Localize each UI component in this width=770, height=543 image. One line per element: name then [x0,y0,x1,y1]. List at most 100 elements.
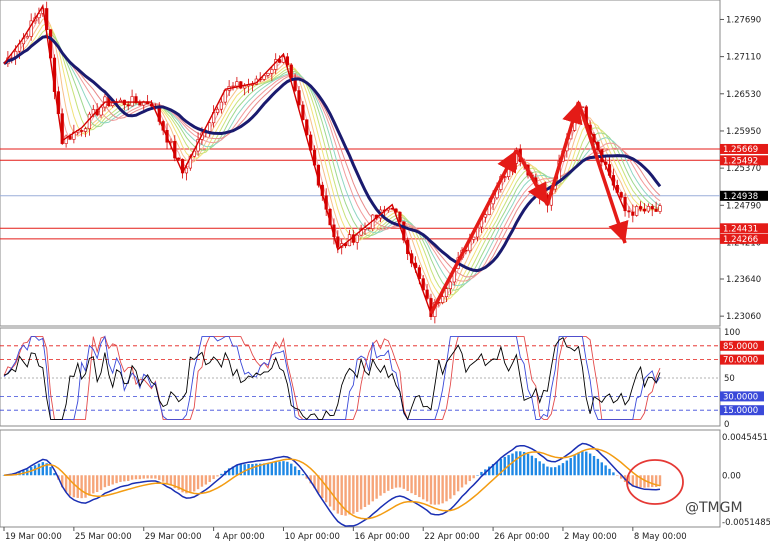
macd-histogram-bar [616,475,619,476]
candle-body [235,81,239,87]
price-tick-label: 1.23060 [726,312,761,322]
x-tick-label: 16 Apr 00:00 [354,532,409,542]
macd-histogram-bar [37,463,41,476]
macd-histogram-bar [433,475,437,505]
candle-body [219,101,223,110]
macd-histogram-bar [651,475,654,488]
macd-histogram-bar [577,452,580,476]
macd-histogram-bar [251,464,254,476]
macd-histogram-bar [200,475,204,487]
macd-histogram-bar [348,475,351,515]
macd-histogram-bar [530,455,534,476]
macd-histogram-bar [511,453,514,476]
macd-histogram-bar [243,464,246,476]
candle-body [289,64,293,79]
macd-histogram-bar [565,460,569,476]
macd-histogram-bar [212,475,215,480]
candle-body [208,122,212,132]
x-tick-label: 22 Apr 00:00 [424,532,479,542]
macd-histogram-bar [425,475,429,502]
candle-body [87,113,91,129]
macd-histogram-bar [410,475,413,494]
candle-body [138,102,142,106]
watermark: @TMGM [685,500,743,516]
candle-body [270,69,274,74]
macd-histogram-bar [383,475,386,494]
macd-histogram-bar [297,470,301,476]
candle-body [425,289,429,299]
macd-histogram-bar [220,473,223,476]
candle-body [184,167,189,174]
price-tick-label: 1.23640 [726,275,761,285]
macd-histogram-bar [394,475,398,488]
candle-body [243,85,247,89]
candle-body [654,208,658,212]
macd-histogram-bar [193,475,196,492]
macd-histogram-bar [468,475,471,482]
macd-histogram-bar [340,475,343,516]
macd-histogram-bar [476,475,479,476]
macd-histogram-bar [612,472,615,476]
macd-histogram-bar [142,475,145,479]
macd-histogram-bar [290,463,293,476]
macd-histogram-bar [453,475,456,496]
macd-histogram-bar [550,467,553,476]
macd-histogram-bar [165,475,169,485]
macd-histogram-bar [402,475,406,489]
macd-histogram-bar [359,475,363,510]
macd-histogram-bar [332,475,336,511]
macd-histogram-bar [390,475,394,489]
macd-histogram-bar [534,458,537,476]
macd-histogram-bar [538,461,541,476]
macd-histogram-bar [107,475,111,486]
macd-histogram-bar [449,475,452,499]
candle-body [441,296,445,303]
macd-histogram-bar [150,475,153,479]
macd-histogram-bar [375,475,378,499]
rsi-level-label: 15.0000 [723,406,758,416]
x-tick-label: 29 Mar 00:00 [145,532,202,542]
macd-histogram-bar [336,475,340,514]
candle-body [658,205,662,212]
macd-histogram-bar [379,475,382,496]
macd-histogram-bar [266,463,270,476]
price-panel [0,0,721,327]
macd-histogram-bar [387,475,390,491]
macd-histogram-bar [472,475,475,479]
macd-histogram-bar [414,475,417,495]
candle-body [631,211,635,216]
macd-histogram-bar [88,475,91,496]
macd-histogram-bar [208,475,211,482]
candle-body [448,281,452,290]
macd-histogram-bar [324,475,328,503]
macd-histogram-bar [216,475,219,477]
macd-histogram-bar [604,465,607,476]
level-price-label: 1.25492 [723,156,758,166]
macd-histogram-bar [235,464,239,476]
candle-body [444,288,449,297]
candle-body [650,206,654,210]
current-price-label: 1.24938 [723,192,758,202]
macd-histogram-bar [103,475,107,488]
candle-body [177,157,181,160]
macd-histogram-bar [196,475,200,490]
candle-body [25,36,29,39]
macd-histogram-bar [557,465,561,476]
price-tick-label: 1.27110 [726,53,761,63]
x-tick-label: 19 Mar 00:00 [5,532,62,542]
macd-histogram-bar [429,475,433,505]
rsi-level-label: 85.0000 [723,342,758,352]
candle-body [231,85,235,88]
candle-body [130,96,134,107]
macd-histogram-bar [658,475,662,487]
macd-histogram-bar [154,475,157,479]
macd-histogram-bar [464,475,468,485]
candle-body [510,163,515,170]
candle-body [126,104,130,107]
macd-histogram-bar [441,475,444,504]
macd-histogram-bar [495,461,499,476]
macd-histogram-bar [204,475,208,485]
macd-histogram-bar [158,475,161,480]
candle-body [118,99,123,102]
x-tick-label: 4 Apr 00:00 [215,532,265,542]
